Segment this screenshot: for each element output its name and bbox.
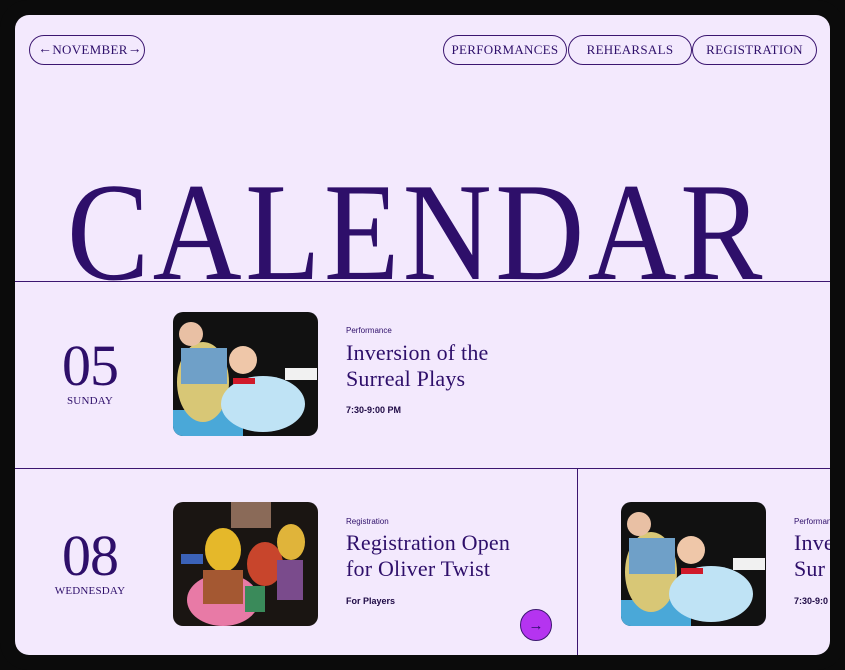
page-title: CALENDAR: [67, 155, 766, 310]
month-label: NOVEMBER: [52, 42, 128, 57]
event-day-number: 05: [62, 333, 119, 398]
arrow-right-icon: →: [528, 616, 544, 634]
app-screen: ← NOVEMBER → PERFORMANCES REHEARSALS REG…: [15, 15, 830, 655]
tab-performances[interactable]: PERFORMANCES: [443, 35, 567, 65]
divider: [15, 468, 830, 469]
event-title[interactable]: Inversion of the Surreal Plays: [346, 340, 489, 392]
event-photo[interactable]: [173, 312, 318, 436]
event-title-line: Inversion of the: [346, 340, 489, 365]
event-title-line: Surreal Plays: [346, 366, 466, 391]
tab-rehearsals[interactable]: REHEARSALS: [568, 35, 692, 65]
divider: [15, 281, 830, 282]
event-detail: For Players: [346, 596, 396, 606]
arrow-left-icon[interactable]: ←: [38, 43, 52, 57]
event-category: Performance: [794, 517, 830, 526]
event-title-line: Registration Open: [346, 530, 511, 555]
event-time: 7:30-9:0: [794, 596, 829, 606]
event-weekday: WEDNESDAY: [54, 585, 126, 597]
event-photo[interactable]: [173, 502, 318, 626]
month-navigator: ← NOVEMBER →: [29, 35, 145, 65]
event-category: Registration: [346, 517, 389, 526]
arrow-right-button[interactable]: →: [520, 609, 552, 641]
event-title-line: Sur: [794, 556, 826, 581]
tab-registration[interactable]: REGISTRATION: [692, 35, 817, 65]
event-title[interactable]: Inve Sur: [794, 530, 830, 582]
arrow-right-icon[interactable]: →: [128, 43, 142, 57]
device-frame: ← NOVEMBER → PERFORMANCES REHEARSALS REG…: [0, 0, 845, 670]
event-title[interactable]: Registration Open for Oliver Twist: [346, 530, 510, 582]
event-title-line: for Oliver Twist: [346, 556, 491, 581]
divider: [577, 469, 578, 655]
event-day-number: 08: [62, 523, 119, 588]
event-weekday: SUNDAY: [66, 395, 114, 407]
event-photo[interactable]: [621, 502, 766, 626]
event-time: 7:30-9:00 PM: [346, 405, 402, 415]
event-category: Performance: [346, 326, 392, 335]
event-title-line: Inve: [794, 530, 830, 555]
